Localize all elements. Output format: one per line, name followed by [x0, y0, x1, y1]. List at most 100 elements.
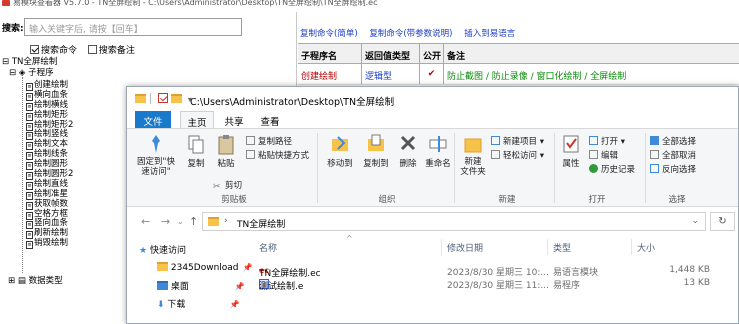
paste-shortcut-button[interactable]: 粘贴快捷方式: [246, 149, 309, 161]
copy-command-with-params-link[interactable]: 复制命令(带参数说明): [369, 29, 452, 39]
column-header-name[interactable]: 名称: [259, 241, 277, 254]
nav-item-downloads[interactable]: ⬇ 下载 📌: [157, 297, 239, 310]
tree-item[interactable]: ≡ 销毁绘制: [26, 238, 73, 250]
quick-access-toolbar: ▾: [135, 93, 192, 105]
cell-public: ✔: [420, 64, 444, 84]
tree-item-label: 绘制文本: [34, 139, 69, 150]
new-item-label: 新建项目: [503, 137, 538, 147]
tab-file[interactable]: 文件: [135, 111, 171, 128]
subprogram-icon: ≡: [26, 132, 33, 141]
nav-quick-access[interactable]: ★ 快速访问: [139, 243, 186, 256]
easy-access-icon: [491, 150, 500, 159]
table-row[interactable]: 创建绘制 逻辑型 ✔ 防止截图 / 防止录像 / 窗口化绘制 / 全屏绘制: [298, 64, 739, 85]
tree-item-label: 刷新绘制: [34, 228, 69, 239]
file-explorer-window: ▾ C:\Users\Administrator\Desktop\TN全屏绘制 …: [126, 86, 739, 324]
col-header-note[interactable]: 备注: [444, 44, 739, 63]
tab-view[interactable]: 查看: [255, 111, 285, 128]
tree-item-label: 绘制竖线: [34, 129, 69, 140]
edit-button[interactable]: 编辑: [589, 149, 618, 161]
column-header-type[interactable]: 类型: [553, 241, 571, 254]
search-notes-option[interactable]: 搜索备注: [87, 43, 135, 56]
new-folder-button[interactable]: 新建 文件夹: [457, 133, 489, 177]
copy-command-simple-link[interactable]: 复制命令(简单): [300, 29, 358, 39]
sort-ascending-icon: ^: [346, 234, 353, 243]
move-to-button[interactable]: 移动到: [323, 133, 357, 169]
new-item-button[interactable]: 新建项目 ▾: [491, 135, 544, 147]
tree-item-label: 绘制圆形: [34, 159, 69, 170]
properties-icon: [563, 135, 579, 153]
new-folder-icon[interactable]: [171, 94, 182, 103]
forward-arrow-icon[interactable]: →: [161, 215, 170, 228]
subprogram-icon: ≡: [26, 92, 33, 101]
subprogram-icon: ≡: [26, 191, 33, 200]
search-input[interactable]: 输入关键字后, 请按【回车】: [24, 18, 242, 36]
column-header-date[interactable]: 修改日期: [447, 241, 483, 254]
copy-button[interactable]: 复制: [183, 133, 209, 169]
invert-selection-button[interactable]: 反向选择: [650, 163, 696, 175]
properties-button[interactable]: 属性: [558, 133, 584, 169]
background-window-title: 易模块查看器 V5.7.0 - TN全屏绘制 - C:\Users\Admini…: [13, 0, 378, 7]
cell-return-type: 逻辑型: [362, 64, 420, 84]
tree-item-label: 绘制直线: [34, 178, 69, 189]
breadcrumb-current[interactable]: TN全屏绘制: [237, 217, 285, 230]
nav-item-desktop[interactable]: 桌面 📌: [157, 279, 245, 292]
easy-access-button[interactable]: 轻松访问 ▾: [491, 149, 544, 161]
pin-icon[interactable]: 📌: [235, 282, 245, 291]
copy-to-button[interactable]: 复制到: [359, 133, 393, 169]
pin-icon[interactable]: 📌: [229, 300, 239, 309]
pin-quick-access-button[interactable]: 固定到"快 速访问": [133, 133, 179, 177]
col-header-return-type[interactable]: 返回值类型: [362, 44, 420, 63]
file-row[interactable]: 测试绘制.e 2023/8/30 星期三 11:... 易程序 13 KB: [257, 277, 738, 292]
file-row[interactable]: ec TN全屏绘制.ec 2023/8/30 星期三 10:... 易语言模块 1…: [257, 264, 738, 279]
tree-node-datatype[interactable]: ⊞ ▤ 数据类型: [8, 276, 63, 287]
recent-locations-icon[interactable]: ⌄: [177, 217, 184, 226]
column-separator[interactable]: [547, 239, 548, 255]
rename-button[interactable]: 重命名: [425, 133, 451, 169]
column-separator[interactable]: [631, 239, 632, 255]
search-commands-checkbox[interactable]: [30, 45, 39, 54]
new-item-icon: [491, 136, 500, 145]
open-button[interactable]: 打开 ▾: [589, 135, 625, 147]
search-commands-option[interactable]: 搜索命令: [30, 43, 77, 56]
subprogram-icon: ≡: [26, 122, 33, 131]
subprogram-icon: ≡: [26, 83, 33, 91]
nav-item-2345download[interactable]: 2345Download 📌: [157, 262, 252, 273]
select-group-label: 选择: [668, 195, 686, 205]
file-list: ^ 名称 修改日期 类型 大小 ec TN全屏绘制.ec 2023/8/30 星期…: [257, 234, 738, 323]
tab-home[interactable]: 主页: [180, 111, 214, 129]
new-folder-label: 新建 文件夹: [460, 157, 486, 177]
properties-check-icon[interactable]: [158, 93, 168, 103]
paste-button[interactable]: 粘贴: [213, 133, 239, 169]
pin-icon[interactable]: 📌: [243, 263, 253, 272]
col-header-name[interactable]: 子程序名: [298, 44, 362, 63]
tree-root[interactable]: ⊟ TN全屏绘制: [2, 57, 57, 68]
insert-to-eyuyan-link[interactable]: 插入到易语言: [464, 29, 515, 39]
col-header-public[interactable]: 公开: [420, 44, 444, 63]
select-none-button[interactable]: 全部取消: [650, 149, 696, 161]
tab-share[interactable]: 共享: [219, 111, 249, 128]
desktop-icon: [157, 281, 168, 290]
up-arrow-icon[interactable]: ↑: [189, 215, 198, 228]
history-icon: [589, 164, 598, 173]
cut-button[interactable]: ✂ 剪切: [213, 179, 242, 192]
app-logo-icon: [2, 0, 10, 6]
copy-to-icon: [368, 134, 384, 151]
select-all-button[interactable]: 全部选择: [650, 135, 696, 147]
search-notes-checkbox[interactable]: [87, 45, 97, 54]
delete-button[interactable]: 删除: [395, 133, 421, 169]
paste-shortcut-icon: [246, 150, 255, 159]
copy-path-button[interactable]: 复制路径: [246, 135, 292, 147]
column-header-size[interactable]: 大小: [637, 241, 655, 254]
rename-label: 重命名: [425, 159, 451, 169]
tree-item-label: 销毁绘制: [34, 238, 69, 249]
address-bar[interactable]: › TN全屏绘制 ⌄: [202, 212, 706, 231]
back-arrow-icon[interactable]: ←: [141, 215, 150, 228]
column-separator[interactable]: [441, 239, 442, 255]
breadcrumb-chevron-icon[interactable]: ›: [224, 216, 228, 226]
refresh-icon[interactable]: ↻: [710, 212, 735, 231]
history-button[interactable]: 历史记录: [589, 163, 635, 175]
open-group-label: 打开: [588, 195, 606, 205]
tree-node-subprogram[interactable]: ⊟ ◈ 子程序: [9, 68, 54, 79]
edit-icon: [589, 150, 598, 159]
address-dropdown-icon[interactable]: ⌄: [691, 216, 699, 226]
